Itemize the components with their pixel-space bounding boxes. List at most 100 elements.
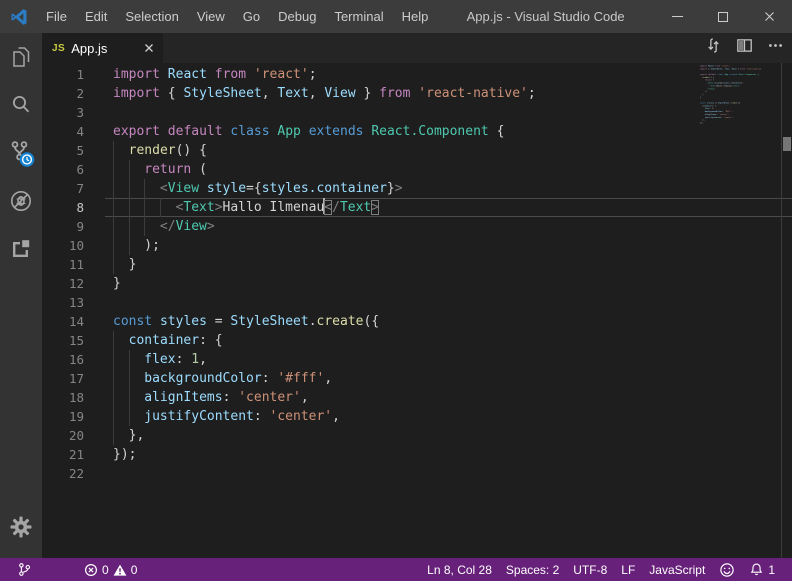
code-line-2[interactable]: 2import { StyleSheet, Text, View } from … xyxy=(42,84,792,103)
line-content[interactable]: <View style={styles.container}> xyxy=(105,179,792,198)
activity-debug[interactable] xyxy=(0,177,42,225)
code-line-11[interactable]: 11} xyxy=(42,255,792,274)
code-area[interactable]: 1import React from 'react';2import { Sty… xyxy=(42,65,792,483)
line-number[interactable]: 9 xyxy=(42,217,105,236)
status-notifications[interactable]: 1 xyxy=(742,558,782,581)
line-content[interactable]: render() { xyxy=(105,141,792,160)
line-content[interactable] xyxy=(105,103,792,122)
code-line-1[interactable]: 1import React from 'react'; xyxy=(42,65,792,84)
code-line-19[interactable]: 19justifyContent: 'center', xyxy=(42,407,792,426)
line-content[interactable]: flex: 1, xyxy=(105,350,792,369)
code-line-22[interactable]: 22 xyxy=(42,464,792,483)
activity-search[interactable] xyxy=(0,81,42,129)
line-number[interactable]: 2 xyxy=(42,84,105,103)
line-number[interactable]: 7 xyxy=(42,179,105,198)
minimap[interactable]: import React from 'react';import { Style… xyxy=(700,63,762,263)
status-encoding[interactable]: UTF-8 xyxy=(566,558,614,581)
code-line-17[interactable]: 17backgroundColor: '#fff', xyxy=(42,369,792,388)
code-line-3[interactable]: 3 xyxy=(42,103,792,122)
code-line-12[interactable]: 12} xyxy=(42,274,792,293)
line-number[interactable]: 5 xyxy=(42,141,105,160)
line-number[interactable]: 8 xyxy=(42,198,105,217)
code-line-8[interactable]: 8<Text>Hallo Ilmenau</Text> xyxy=(42,198,792,217)
activity-source-control[interactable] xyxy=(0,129,42,177)
editor[interactable]: 1import React from 'react';2import { Sty… xyxy=(42,63,792,558)
line-content[interactable]: ); xyxy=(105,236,792,255)
line-content[interactable]: const styles = StyleSheet.create({ xyxy=(105,312,792,331)
menu-selection[interactable]: Selection xyxy=(116,0,187,33)
activity-extensions[interactable] xyxy=(0,225,42,273)
line-number[interactable]: 13 xyxy=(42,293,105,312)
split-editor-button[interactable] xyxy=(736,37,753,59)
close-button[interactable] xyxy=(746,0,792,33)
line-number[interactable]: 6 xyxy=(42,160,105,179)
line-content[interactable]: backgroundColor: '#fff', xyxy=(105,369,792,388)
line-content[interactable]: </View> xyxy=(105,217,792,236)
line-number[interactable]: 11 xyxy=(42,255,105,274)
line-content[interactable]: }); xyxy=(105,445,792,464)
line-content[interactable]: return ( xyxy=(105,160,792,179)
line-number[interactable]: 18 xyxy=(42,388,105,407)
menu-terminal[interactable]: Terminal xyxy=(325,0,392,33)
status-language-mode[interactable]: JavaScript xyxy=(642,558,712,581)
menu-go[interactable]: Go xyxy=(234,0,269,33)
line-content[interactable]: <Text>Hallo Ilmenau</Text> xyxy=(105,198,792,217)
code-line-9[interactable]: 9</View> xyxy=(42,217,792,236)
status-source-control-status[interactable] xyxy=(10,558,39,581)
code-line-7[interactable]: 7<View style={styles.container}> xyxy=(42,179,792,198)
status-eol[interactable]: LF xyxy=(614,558,642,581)
code-line-4[interactable]: 4export default class App extends React.… xyxy=(42,122,792,141)
menu-view[interactable]: View xyxy=(188,0,234,33)
menu-edit[interactable]: Edit xyxy=(76,0,116,33)
code-line-6[interactable]: 6return ( xyxy=(42,160,792,179)
code-line-18[interactable]: 18alignItems: 'center', xyxy=(42,388,792,407)
line-number[interactable]: 21 xyxy=(42,445,105,464)
code-line-16[interactable]: 16flex: 1, xyxy=(42,350,792,369)
menu-help[interactable]: Help xyxy=(393,0,438,33)
more-actions-button[interactable] xyxy=(767,37,784,59)
line-number[interactable]: 14 xyxy=(42,312,105,331)
line-number[interactable]: 15 xyxy=(42,331,105,350)
menu-debug[interactable]: Debug xyxy=(269,0,325,33)
tab-close-button[interactable] xyxy=(143,42,155,54)
line-content[interactable]: }, xyxy=(105,426,792,445)
line-number[interactable]: 19 xyxy=(42,407,105,426)
manage-button[interactable] xyxy=(0,504,42,550)
line-number[interactable]: 3 xyxy=(42,103,105,122)
status-indentation[interactable]: Spaces: 2 xyxy=(499,558,566,581)
overview-ruler[interactable] xyxy=(781,63,792,558)
maximize-button[interactable] xyxy=(700,0,746,33)
code-line-20[interactable]: 20}, xyxy=(42,426,792,445)
line-content[interactable] xyxy=(105,293,792,312)
open-changes-button[interactable] xyxy=(705,37,722,59)
line-number[interactable]: 20 xyxy=(42,426,105,445)
line-number[interactable]: 10 xyxy=(42,236,105,255)
line-content[interactable]: export default class App extends React.C… xyxy=(105,122,792,141)
menu-file[interactable]: File xyxy=(37,0,76,33)
minimize-button[interactable] xyxy=(654,0,700,33)
code-line-14[interactable]: 14const styles = StyleSheet.create({ xyxy=(42,312,792,331)
line-content[interactable]: alignItems: 'center', xyxy=(105,388,792,407)
line-content[interactable] xyxy=(105,464,792,483)
line-number[interactable]: 22 xyxy=(42,464,105,483)
line-content[interactable]: import React from 'react'; xyxy=(105,65,792,84)
line-content[interactable]: } xyxy=(105,274,792,293)
status-problems[interactable]: 00 xyxy=(77,558,144,581)
line-content[interactable]: import { StyleSheet, Text, View } from '… xyxy=(105,84,792,103)
code-line-21[interactable]: 21}); xyxy=(42,445,792,464)
line-number[interactable]: 16 xyxy=(42,350,105,369)
line-content[interactable]: container: { xyxy=(105,331,792,350)
line-content[interactable]: justifyContent: 'center', xyxy=(105,407,792,426)
status-cursor-position[interactable]: Ln 8, Col 28 xyxy=(420,558,499,581)
tab-appjs[interactable]: JS App.js xyxy=(42,33,163,63)
status-feedback[interactable] xyxy=(712,558,742,581)
line-number[interactable]: 1 xyxy=(42,65,105,84)
code-line-10[interactable]: 10); xyxy=(42,236,792,255)
line-number[interactable]: 4 xyxy=(42,122,105,141)
activity-explorer[interactable] xyxy=(0,33,42,81)
line-number[interactable]: 12 xyxy=(42,274,105,293)
code-line-15[interactable]: 15container: { xyxy=(42,331,792,350)
line-content[interactable]: } xyxy=(105,255,792,274)
code-line-13[interactable]: 13 xyxy=(42,293,792,312)
code-line-5[interactable]: 5render() { xyxy=(42,141,792,160)
